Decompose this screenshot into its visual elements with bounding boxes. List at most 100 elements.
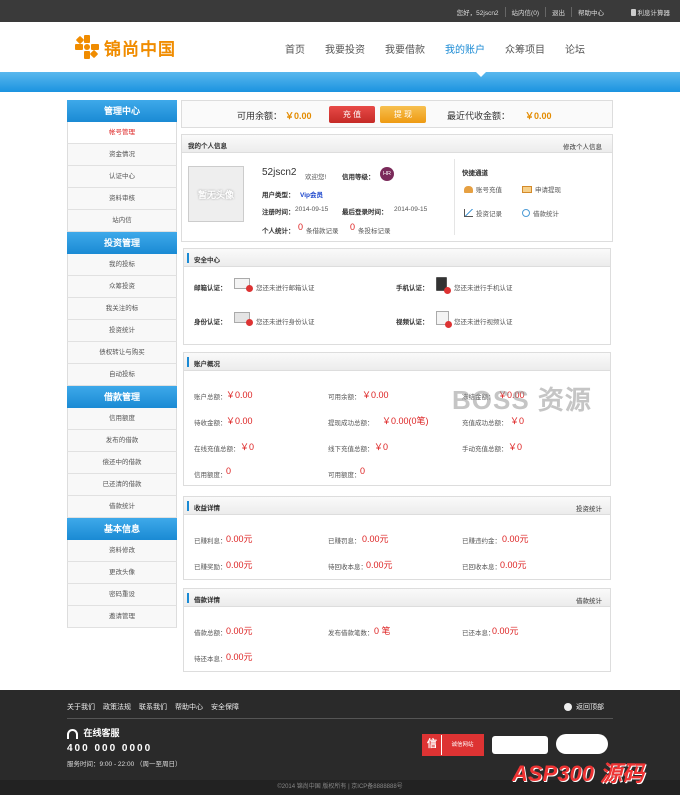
sidebar-item-debt-transfer[interactable]: 债权转让与购买 [67, 342, 177, 364]
nav-my-account[interactable]: 我的账户 [445, 41, 485, 56]
account-overview-header: 账户概况 [184, 353, 610, 371]
section-marker [187, 357, 189, 367]
invest-stats-link[interactable]: 投资统计 [576, 503, 602, 513]
security-title: 安全中心 [194, 257, 220, 264]
phone-icon [436, 277, 451, 294]
sidebar-item-credit[interactable]: 信用额度 [67, 408, 177, 430]
sidebar-item-crowd-invest[interactable]: 众筹投资 [67, 276, 177, 298]
sidebar-item-repaying[interactable]: 偿还中的借款 [67, 452, 177, 474]
partner-badge-2[interactable] [556, 734, 608, 754]
loan-header: 借款详情 借款统计 [184, 589, 610, 607]
inbox-link[interactable]: 站内信(0) [504, 7, 545, 17]
sidebar-item-avatar[interactable]: 更改头像 [67, 562, 177, 584]
sidebar-item-invest-stats[interactable]: 投资统计 [67, 320, 177, 342]
credit-limit-value: 0 [226, 466, 232, 476]
footer-link-help[interactable]: 帮助中心 [175, 702, 203, 712]
last-login-value: 2014-09-15 [394, 206, 428, 213]
video-auth-status[interactable]: 您还未进行视频认证 [454, 316, 513, 326]
help-link[interactable]: 帮助中心 [571, 7, 610, 17]
withdraw-button[interactable]: 提 现 [380, 106, 426, 123]
to-repay-value: 0.00元 [226, 652, 253, 662]
header: 锦尚中国 首页 我要投资 我要借款 我的账户 众筹项目 论坛 [0, 22, 680, 72]
logout-link[interactable]: 退出 [545, 7, 571, 17]
online-recharge-label: 在线充值总额： [194, 446, 240, 453]
income-title: 收益详情 [194, 505, 220, 512]
default-fee-label: 已赚违约金： [462, 538, 501, 545]
logo[interactable]: 锦尚中国 [74, 34, 176, 60]
footer-links: 关于我们 政策法规 联系我们 帮助中心 安全保障 [67, 702, 239, 712]
borrow-count: 0 [298, 222, 304, 232]
top-bar: 您好，52jscn2 站内信(0) 退出 帮助中心 利息计算器 [0, 0, 680, 22]
nav-crowdfunding[interactable]: 众筹项目 [505, 41, 545, 56]
sidebar-item-followed[interactable]: 我关注的标 [67, 298, 177, 320]
invest-records-link[interactable]: 条投标记录 [358, 225, 391, 235]
manual-recharge-value: ￥0 [508, 442, 523, 452]
quick-recharge[interactable]: 账号充值 [464, 184, 502, 194]
sidebar-item-funds[interactable]: 资金情况 [67, 144, 177, 166]
sidebar-item-auth[interactable]: 认证中心 [67, 166, 177, 188]
available-value: ￥0.00 [362, 390, 389, 400]
calculator-link[interactable]: 利息计算器 [630, 7, 670, 17]
credit-badge: HR [380, 167, 394, 181]
profile-card-header: 我的个人信息 修改个人信息 [182, 135, 612, 153]
sidebar-item-messages[interactable]: 站内信 [67, 210, 177, 232]
trust-badge[interactable]: 信 诚信网站 [422, 734, 484, 756]
stats-label: 个人统计： [262, 228, 295, 235]
trust-badge-label: 诚信网站 [442, 735, 483, 755]
nav-home[interactable]: 首页 [285, 41, 305, 56]
footer-link-contact[interactable]: 联系我们 [139, 702, 167, 712]
loan-total-value: 0.00元 [226, 626, 253, 636]
username: 52jscn2 [262, 167, 297, 178]
income-header: 收益详情 投资统计 [184, 497, 610, 515]
total-value: ￥0.00 [226, 390, 253, 400]
repaid-value: 0.00元 [492, 626, 519, 636]
last-login-label: 最后登录时间： [342, 209, 388, 216]
offline-recharge-label: 线下充值总额： [328, 446, 374, 453]
profile-divider [454, 159, 455, 235]
sidebar-section-invest: 投资管理 [67, 232, 177, 254]
nav-invest[interactable]: 我要投资 [325, 41, 365, 56]
email-auth-status[interactable]: 您还未进行邮箱认证 [256, 282, 315, 292]
sidebar-item-loan-stats[interactable]: 借款统计 [67, 496, 177, 518]
sidebar-item-published[interactable]: 发布的借款 [67, 430, 177, 452]
recharge-button[interactable]: 充 值 [329, 106, 375, 123]
footer-link-policy[interactable]: 政策法规 [103, 702, 131, 712]
online-service[interactable]: 在线客服 [67, 726, 120, 739]
quick-withdraw-label: 申请提现 [535, 187, 561, 194]
sidebar: 管理中心 帐号管理 资金情况 认证中心 资料审核 站内信 投资管理 我的投标 众… [67, 100, 177, 628]
total-label: 账户总额： [194, 394, 227, 401]
sidebar-item-auto-bid[interactable]: 自动投标 [67, 364, 177, 386]
loan-stats-link[interactable]: 借款统计 [576, 595, 602, 605]
quick-loan-label: 借款统计 [533, 211, 559, 218]
sidebar-item-account[interactable]: 帐号管理 [67, 122, 177, 144]
balance-bar: 可用余额： ￥0.00 充 值 提 现 最近代收金额： ￥0.00 [181, 100, 613, 128]
footer-link-safety[interactable]: 安全保障 [211, 702, 239, 712]
partner-badge[interactable] [492, 736, 548, 754]
id-auth-status[interactable]: 您还未进行身份认证 [256, 316, 315, 326]
sidebar-item-review[interactable]: 资料审核 [67, 188, 177, 210]
sidebar-item-edit-profile[interactable]: 资料修改 [67, 540, 177, 562]
logo-text: 锦尚中国 [104, 39, 176, 59]
sidebar-item-repaid[interactable]: 已还清的借款 [67, 474, 177, 496]
quick-recharge-label: 账号充值 [476, 187, 502, 194]
users-icon [464, 185, 473, 193]
back-to-top[interactable]: 返回顶部 [564, 702, 604, 712]
quick-withdraw[interactable]: 申请提现 [522, 184, 561, 194]
borrow-records-link[interactable]: 条借款记录 [306, 225, 339, 235]
active-nav-indicator [476, 72, 486, 77]
phone-auth-status[interactable]: 您还未进行手机认证 [454, 282, 513, 292]
credit-label: 信用等级： [342, 174, 375, 181]
nav-forum[interactable]: 论坛 [565, 41, 585, 56]
sidebar-item-invites[interactable]: 邀请管理 [67, 606, 177, 628]
to-repay-label: 待还本息： [194, 656, 227, 663]
welcome-text: 欢迎您! [305, 174, 327, 181]
edit-profile-link[interactable]: 修改个人信息 [563, 141, 602, 151]
sidebar-item-my-bids[interactable]: 我的投标 [67, 254, 177, 276]
quick-invest-records[interactable]: 投资记录 [464, 208, 502, 218]
sidebar-item-password[interactable]: 密码重设 [67, 584, 177, 606]
logo-icon [75, 35, 99, 59]
footer-link-about[interactable]: 关于我们 [67, 702, 95, 712]
nav-borrow[interactable]: 我要借款 [385, 41, 425, 56]
quick-loan-stats[interactable]: 借款统计 [522, 208, 559, 218]
chart-icon [464, 209, 473, 217]
